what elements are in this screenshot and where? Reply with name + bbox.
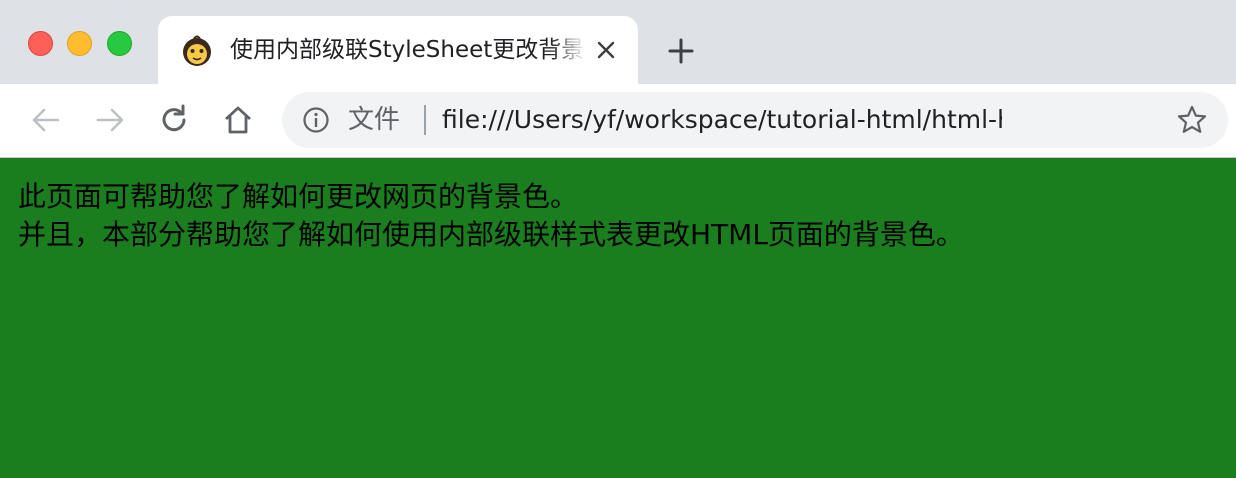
title-bar: 使用内部级联StyleSheet更改背景: [0, 0, 1236, 84]
url-text[interactable]: file:///Users/yf/workspace/tutorial-html…: [442, 104, 1002, 136]
back-arrow-icon[interactable]: [28, 102, 64, 138]
monkey-face-icon: [183, 35, 211, 66]
separator: [424, 105, 426, 135]
window-minimize-button[interactable]: [67, 31, 92, 56]
security-label: 文件: [348, 105, 401, 135]
window-maximize-button[interactable]: [107, 31, 132, 56]
browser-tab[interactable]: 使用内部级联StyleSheet更改背景: [158, 16, 638, 84]
star-icon[interactable]: [1176, 104, 1208, 136]
address-bar[interactable]: 文件 file:///Users/yf/workspace/tutorial-h…: [282, 92, 1228, 148]
browser-toolbar: 文件 file:///Users/yf/workspace/tutorial-h…: [0, 84, 1236, 158]
plus-icon[interactable]: [664, 34, 698, 68]
tab-title: 使用内部级联StyleSheet更改背景: [230, 37, 585, 63]
paragraph-line: 此页面可帮助您了解如何更改网页的背景色。: [18, 180, 579, 213]
reload-icon[interactable]: [156, 102, 192, 138]
window-close-button[interactable]: [28, 31, 53, 56]
home-icon[interactable]: [220, 102, 256, 138]
page-content: 此页面可帮助您了解如何更改网页的背景色。 并且，本部分帮助您了解如何使用内部级联…: [0, 158, 1236, 478]
close-icon[interactable]: [594, 38, 618, 62]
paragraph-line: 并且，本部分帮助您了解如何使用内部级联样式表更改HTML页面的背景色。: [18, 218, 964, 251]
forward-arrow-icon[interactable]: [92, 102, 128, 138]
info-icon[interactable]: [302, 106, 330, 134]
